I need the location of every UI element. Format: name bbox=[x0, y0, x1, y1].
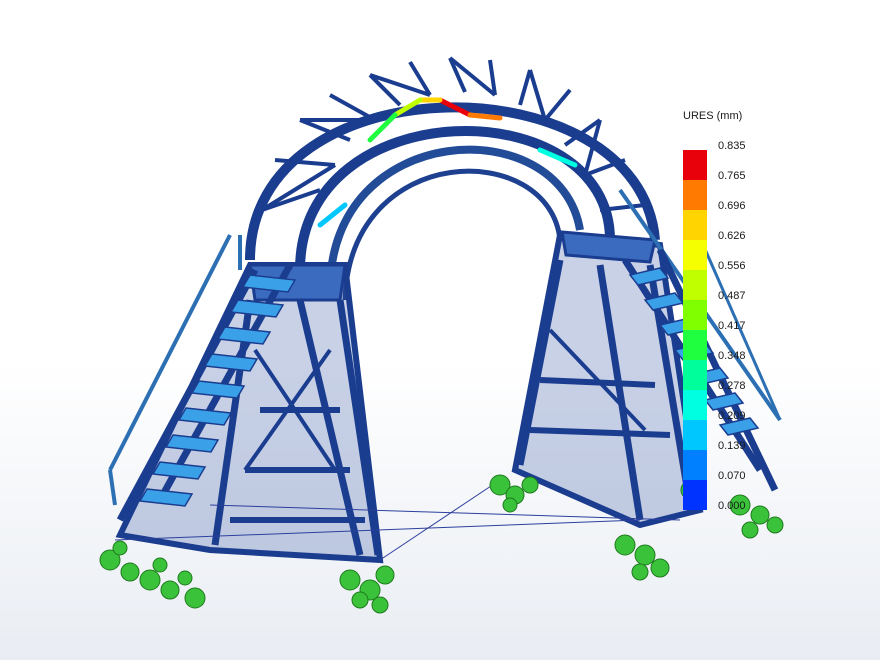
legend-swatch bbox=[683, 180, 707, 210]
fixture-right-back bbox=[489, 474, 539, 513]
legend-swatch bbox=[683, 210, 707, 240]
legend-level-label: 0.209 bbox=[718, 410, 746, 422]
legend-swatch bbox=[683, 390, 707, 420]
legend-level-label: 0.000 bbox=[718, 500, 746, 512]
legend-level-label: 0.139 bbox=[718, 440, 746, 452]
fixture-left-front bbox=[99, 540, 206, 609]
legend-swatch bbox=[683, 450, 707, 480]
legend-swatch bbox=[683, 150, 707, 180]
legend-swatch bbox=[683, 300, 707, 330]
legend-level-label: 0.696 bbox=[718, 200, 746, 212]
legend-level-label: 0.417 bbox=[718, 320, 746, 332]
color-scale-bar bbox=[683, 150, 707, 510]
legend-swatch bbox=[683, 480, 707, 510]
legend-level-label: 0.348 bbox=[718, 350, 746, 362]
fixture-left-center bbox=[339, 565, 395, 614]
legend-swatch bbox=[683, 270, 707, 300]
legend-swatch bbox=[683, 240, 707, 270]
legend-title: URES (mm) bbox=[683, 110, 743, 122]
legend-level-label: 0.070 bbox=[718, 470, 746, 482]
legend-level-label: 0.626 bbox=[718, 230, 746, 242]
fea-model-viewport[interactable] bbox=[0, 0, 880, 660]
fixture-right-front bbox=[614, 534, 670, 581]
legend-swatch bbox=[683, 420, 707, 450]
legend-level-label: 0.835 bbox=[718, 140, 746, 152]
legend-swatch bbox=[683, 330, 707, 360]
legend-swatch bbox=[683, 360, 707, 390]
legend-level-label: 0.556 bbox=[718, 260, 746, 272]
legend-level-label: 0.487 bbox=[718, 290, 746, 302]
legend-level-label: 0.765 bbox=[718, 170, 746, 182]
legend-level-label: 0.278 bbox=[718, 380, 746, 392]
